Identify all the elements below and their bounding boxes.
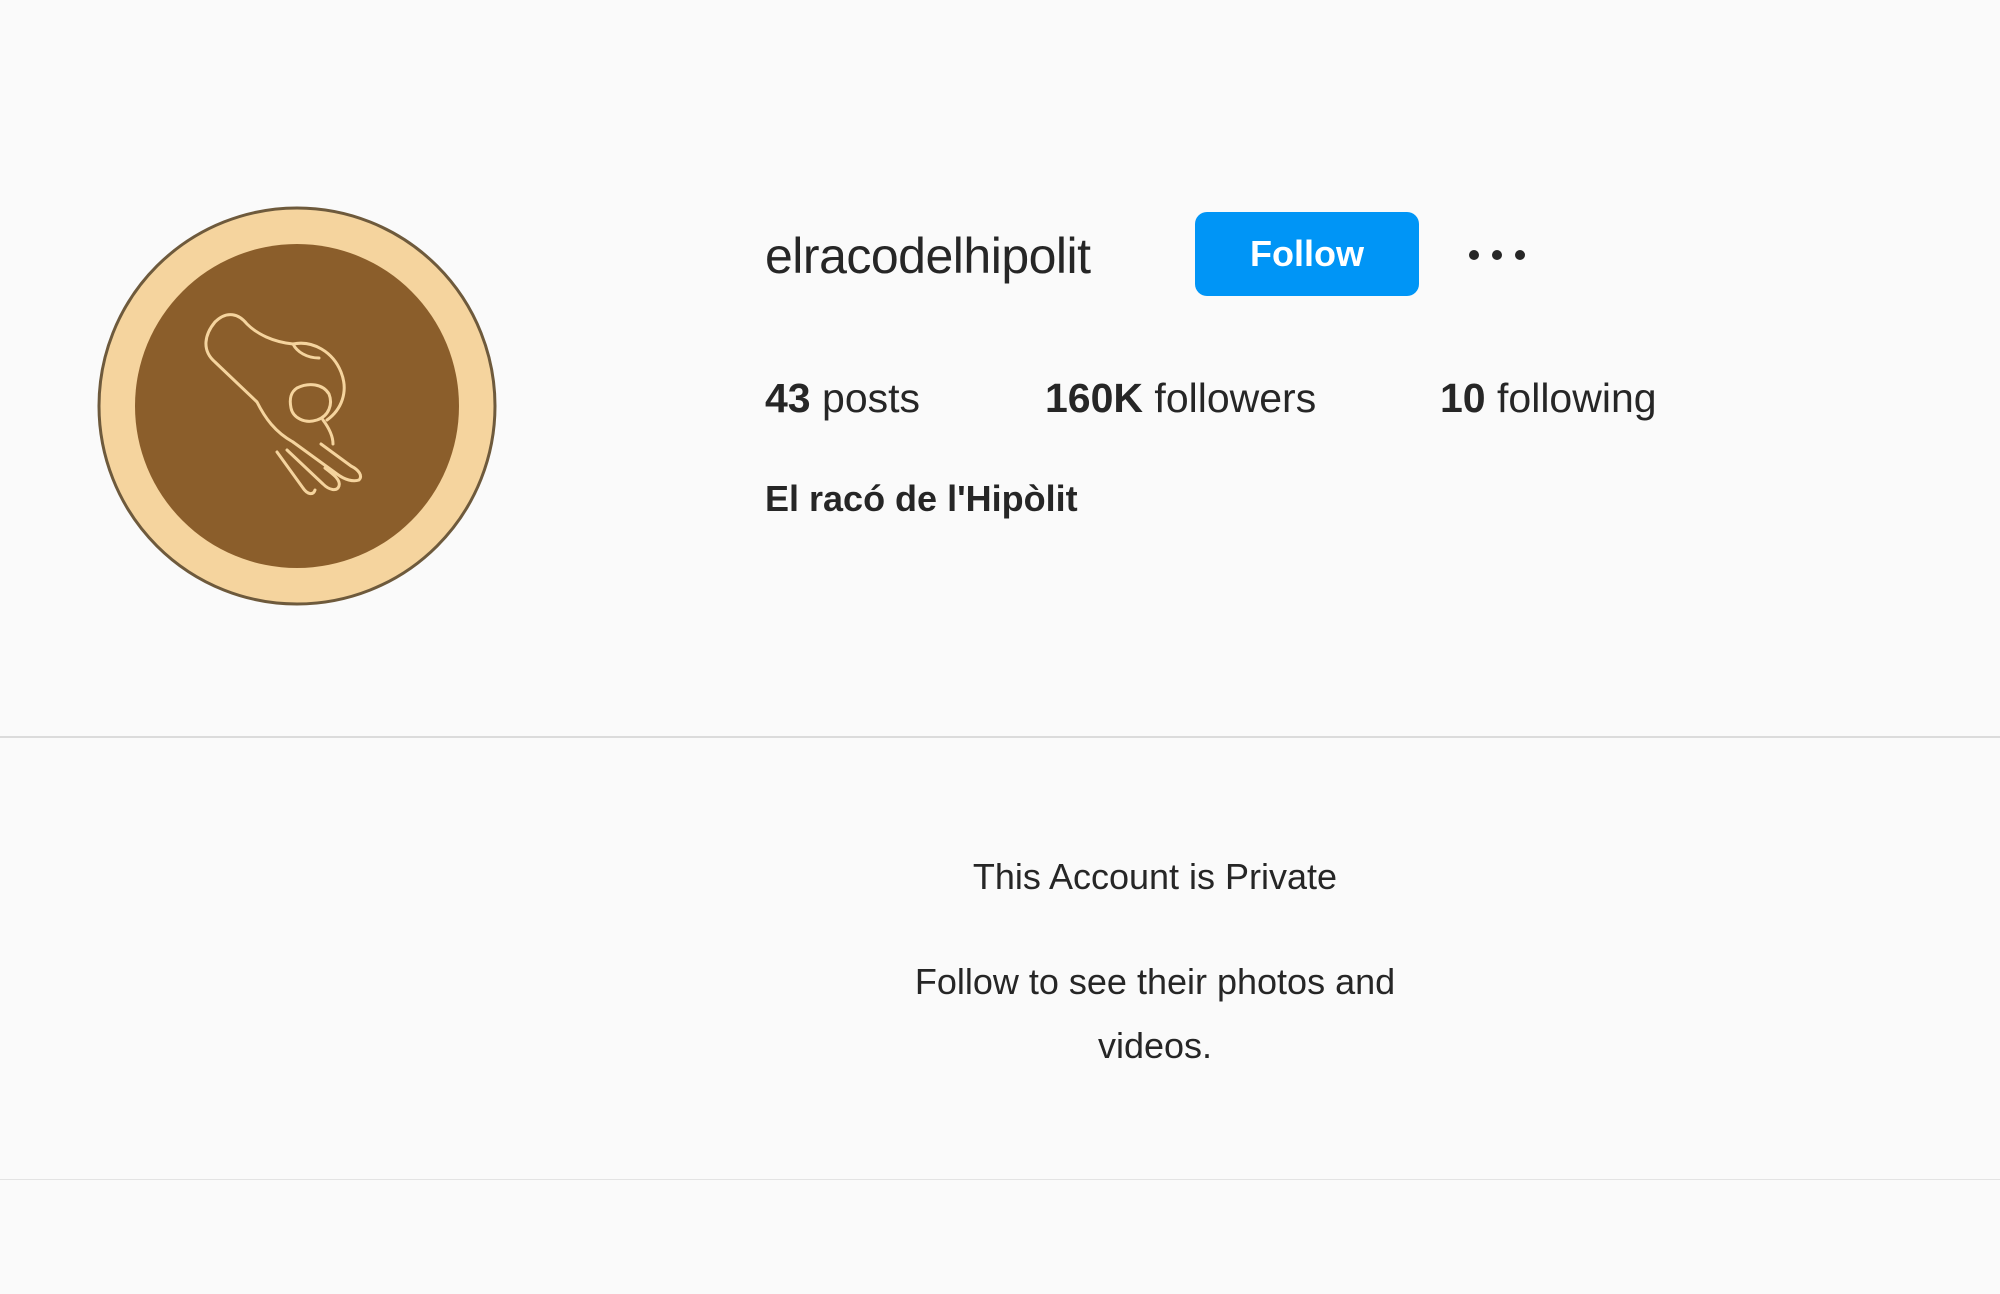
stat-following[interactable]: 10 following [1440, 370, 1657, 426]
followers-label: followers [1154, 375, 1317, 421]
profile-stats: 43 posts 160K followers 10 following [0, 370, 2000, 426]
section-divider-bottom [0, 1179, 2000, 1180]
stat-posts: 43 posts [765, 370, 920, 426]
posts-label: posts [822, 375, 921, 421]
section-divider-top [0, 736, 2000, 738]
private-account-message: Follow to see their photos and videos. [914, 961, 1396, 1066]
stat-followers[interactable]: 160K followers [1045, 370, 1316, 426]
followers-count: 160K [1045, 375, 1144, 421]
more-options-icon [1469, 250, 1525, 260]
follow-button[interactable]: Follow [1195, 212, 1419, 296]
posts-count: 43 [765, 375, 811, 421]
private-account-title: This Account is Private [972, 856, 1338, 897]
profile-username: elracodelhipolit [765, 228, 1091, 284]
profile-full-name: El racó de l'Hipòlit [765, 478, 1078, 519]
more-options-button[interactable] [1462, 230, 1532, 280]
following-count: 10 [1440, 375, 1486, 421]
following-label: following [1497, 375, 1657, 421]
